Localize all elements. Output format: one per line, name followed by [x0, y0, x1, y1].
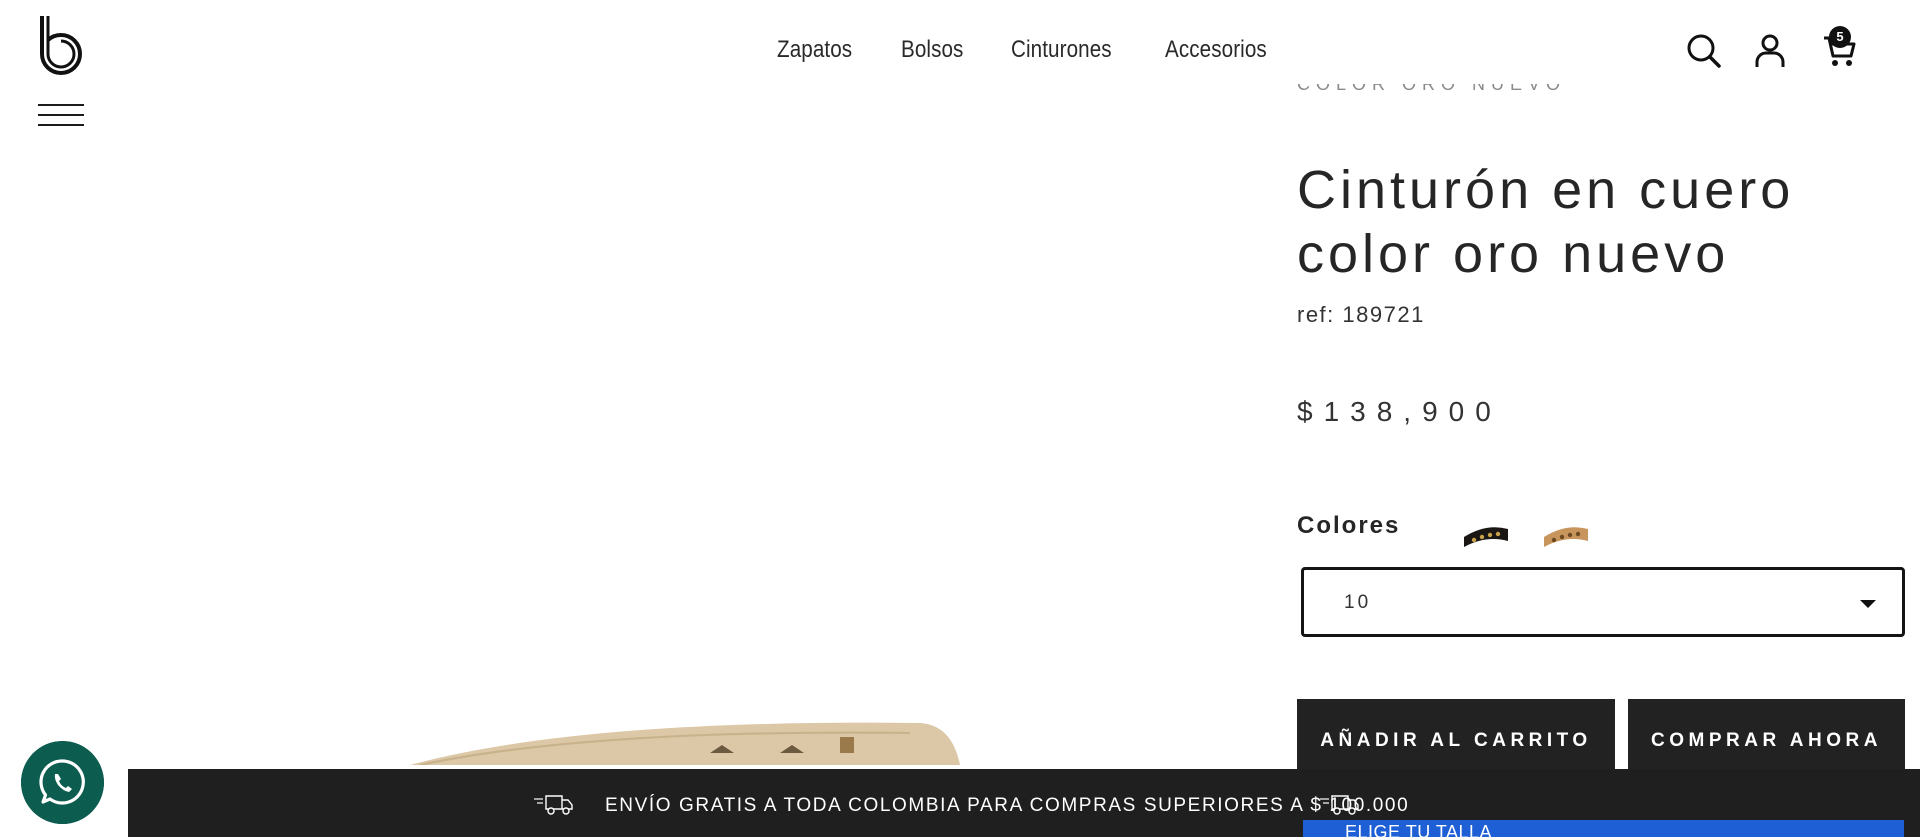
nav-link-accesorios[interactable]: Accesorios: [1165, 36, 1267, 64]
delivery-truck-icon: [534, 795, 573, 815]
hamburger-menu-icon[interactable]: [38, 104, 84, 126]
shipping-banner-text: ENVÍO GRATIS A TODA COLOMBIA PARA COMPRA…: [605, 795, 1410, 816]
product-image: [410, 722, 960, 765]
brand-logo[interactable]: [36, 14, 86, 80]
colors-label: Colores: [1297, 512, 1401, 539]
nav-link-cinturones[interactable]: Cinturones: [1011, 36, 1112, 64]
product-title: Cinturón en cuero color oro nuevo: [1297, 160, 1795, 284]
size-select-value: 10: [1344, 592, 1372, 613]
nav-link-bolsos[interactable]: Bolsos: [901, 36, 963, 64]
product-overline: COLOR ORO NUEVO: [1297, 84, 1567, 94]
size-select[interactable]: 10: [1301, 567, 1905, 637]
nav-link-zapatos[interactable]: Zapatos: [777, 36, 852, 64]
whatsapp-button[interactable]: [21, 741, 104, 824]
color-swatch-black[interactable]: [1460, 515, 1512, 553]
user-icon[interactable]: [1750, 30, 1790, 70]
search-icon[interactable]: [1683, 30, 1723, 70]
main-nav: Zapatos Bolsos Cinturones Accesorios: [777, 36, 1284, 64]
size-dropdown-option[interactable]: ELIGE TU TALLA: [1303, 820, 1904, 837]
product-ref: ref: 189721: [1297, 302, 1425, 327]
color-swatch-gold[interactable]: [1540, 515, 1592, 553]
delivery-truck-icon: [1320, 795, 1359, 815]
product-price: $138,900: [1297, 396, 1502, 427]
chevron-down-icon: [1860, 600, 1876, 608]
cart-count-badge: 5: [1829, 26, 1851, 48]
